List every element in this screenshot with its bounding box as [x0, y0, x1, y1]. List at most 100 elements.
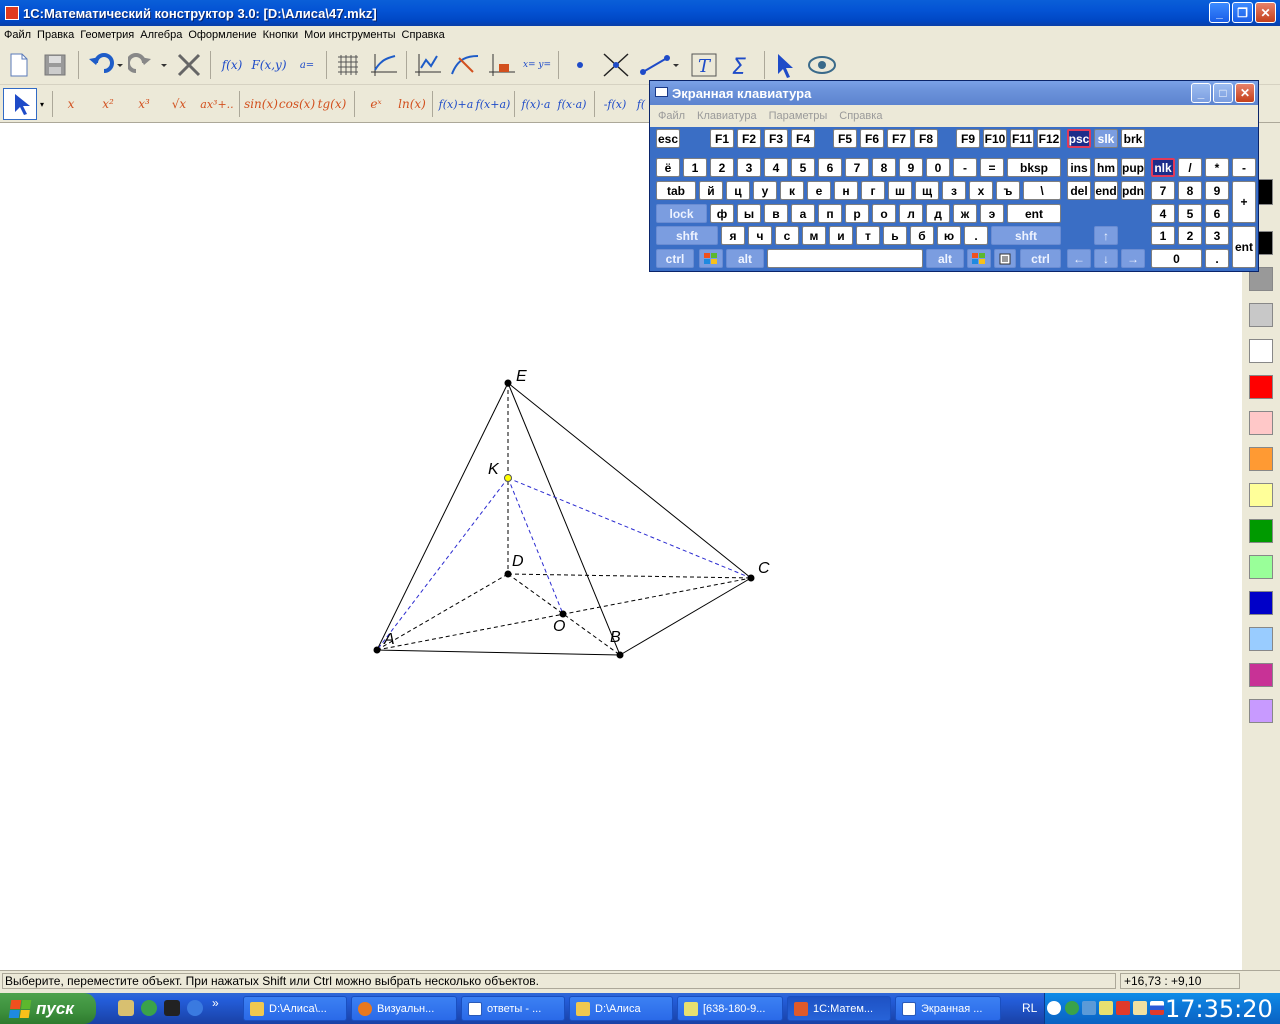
osk-key-ndot[interactable]: . — [1205, 249, 1229, 268]
color-swatch-white[interactable] — [1249, 339, 1273, 363]
color-swatch-orange[interactable] — [1249, 447, 1273, 471]
tray-alert-icon[interactable] — [1133, 1001, 1147, 1015]
osk-key-r1-4[interactable]: е — [807, 181, 831, 200]
quicklaunch-app-icon[interactable] — [164, 1000, 180, 1016]
osk-key-n3[interactable]: 3 — [1205, 226, 1229, 245]
redo-icon[interactable] — [128, 51, 168, 79]
maximize-button[interactable]: ❐ — [1232, 2, 1253, 23]
menu-help[interactable]: Справка — [402, 29, 451, 41]
point-tool-icon[interactable] — [566, 51, 594, 79]
clock[interactable]: 17:35:20 — [1165, 995, 1273, 1023]
osk-key-r3-3[interactable]: м — [802, 226, 826, 245]
new-file-icon[interactable] — [6, 51, 32, 79]
menu-file[interactable]: Файл — [4, 29, 37, 41]
osk-key-r3-2[interactable]: с — [775, 226, 799, 245]
osk-key-f9[interactable]: F9 — [956, 129, 980, 148]
osk-key-sub[interactable]: - — [1232, 158, 1256, 177]
osk-key-r2-3[interactable]: а — [791, 204, 815, 223]
color-swatch-magenta[interactable] — [1249, 663, 1273, 687]
task-firefox[interactable]: Визуальн... — [351, 996, 457, 1021]
osk-key-r1-1[interactable]: ц — [726, 181, 750, 200]
osk-key-space[interactable] — [767, 249, 923, 268]
osk-key-r1-3[interactable]: к — [780, 181, 804, 200]
tray-app-icon[interactable] — [1099, 1001, 1113, 1015]
osk-key-r1-8[interactable]: щ — [915, 181, 939, 200]
menu-buttons[interactable]: Кнопки — [263, 29, 305, 41]
osk-key-r2-8[interactable]: д — [926, 204, 950, 223]
func-cos-button[interactable]: cos(x) — [279, 93, 315, 115]
osk-key-bksp[interactable]: bksp — [1007, 158, 1061, 177]
osk-key-slk[interactable]: slk — [1094, 129, 1118, 148]
curve-icon[interactable] — [448, 51, 482, 79]
tray-flag-ru-icon[interactable] — [1150, 1001, 1164, 1015]
osk-key-bslash[interactable]: \ — [1023, 181, 1061, 200]
osk-key-r1-2[interactable]: у — [753, 181, 777, 200]
scale-y-button[interactable]: f(x)·a — [518, 93, 554, 115]
osk-key-f4[interactable]: F4 — [791, 129, 815, 148]
osk-key-r1-9[interactable]: з — [942, 181, 966, 200]
tangent-icon[interactable] — [412, 51, 444, 79]
osk-key-r2-7[interactable]: л — [899, 204, 923, 223]
color-swatch-yellow[interactable] — [1249, 483, 1273, 507]
select-arrow-icon[interactable] — [3, 88, 37, 120]
osk-key-ctrl2[interactable]: ctrl — [1020, 249, 1061, 268]
osk-key-d4[interactable]: 4 — [764, 158, 788, 177]
delete-icon[interactable] — [174, 51, 204, 79]
osk-key-f2[interactable]: F2 — [737, 129, 761, 148]
osk-key-d9[interactable]: 9 — [899, 158, 923, 177]
eye-icon[interactable] — [806, 51, 838, 79]
osk-key-n2[interactable]: 2 — [1178, 226, 1202, 245]
osk-key-f1[interactable]: F1 — [710, 129, 734, 148]
osk-key-ent[interactable]: ent — [1007, 204, 1061, 223]
osk-key-d6[interactable]: 6 — [818, 158, 842, 177]
task-folder-alisa-1[interactable]: D:\Алиса\... — [243, 996, 347, 1021]
func-x-button[interactable]: x — [58, 93, 84, 115]
task-document[interactable]: [638-180-9... — [677, 996, 783, 1021]
osk-menu-options[interactable]: Параметры — [769, 110, 828, 122]
osk-key-r2-9[interactable]: ж — [953, 204, 977, 223]
osk-key-n5[interactable]: 5 — [1178, 204, 1202, 223]
osk-maximize-button[interactable]: □ — [1213, 83, 1233, 103]
parametric-curve-button[interactable]: x= y= — [522, 51, 552, 79]
osk-key-d1[interactable]: 1 — [683, 158, 707, 177]
osk-key-ins[interactable]: ins — [1067, 158, 1091, 177]
osk-key-r1-5[interactable]: н — [834, 181, 858, 200]
language-indicator[interactable]: RL — [1022, 1001, 1037, 1015]
start-button[interactable]: пуск — [0, 993, 96, 1024]
color-swatch-green[interactable] — [1249, 519, 1273, 543]
osk-key-r1-10[interactable]: х — [969, 181, 993, 200]
color-swatch-red[interactable] — [1249, 375, 1273, 399]
scale-x-button[interactable]: f(x·a) — [554, 93, 590, 115]
segment-tool-icon[interactable] — [636, 51, 682, 79]
osk-key-psc[interactable]: psc — [1067, 129, 1091, 148]
osk-close-button[interactable]: ✕ — [1235, 83, 1255, 103]
tray-security-icon[interactable] — [1116, 1001, 1130, 1015]
close-button[interactable]: ✕ — [1255, 2, 1276, 23]
grid-icon[interactable] — [334, 51, 362, 79]
implicit-function-button[interactable]: F(x,y) — [250, 53, 288, 77]
parameter-button[interactable]: a= — [292, 53, 322, 77]
osk-key-shft[interactable]: shft — [656, 226, 718, 245]
menu-algebra[interactable]: Алгебра — [140, 29, 188, 41]
tray-expand-icon[interactable] — [1047, 1001, 1061, 1015]
osk-key-r2-6[interactable]: о — [872, 204, 896, 223]
func-tg-button[interactable]: tg(x) — [316, 93, 348, 115]
osk-key-end[interactable]: end — [1094, 181, 1118, 200]
osk-key-r2-1[interactable]: ы — [737, 204, 761, 223]
osk-key-r2-0[interactable]: ф — [710, 204, 734, 223]
func-x3-button[interactable]: x³ — [130, 93, 158, 115]
intersection-point-icon[interactable] — [600, 51, 632, 79]
save-icon[interactable] — [42, 51, 68, 79]
function-graph-button[interactable]: f(x) — [218, 53, 246, 77]
osk-key-n0[interactable]: 0 — [1151, 249, 1202, 268]
osk-key-pdn[interactable]: pdn — [1121, 181, 1145, 200]
osk-key-menu[interactable] — [994, 249, 1016, 268]
color-swatch-pink[interactable] — [1249, 411, 1273, 435]
color-swatch-blue[interactable] — [1249, 591, 1273, 615]
func-poly-button[interactable]: ax³+.. — [198, 93, 236, 115]
osk-key-shft2[interactable]: shft — [991, 226, 1061, 245]
osk-key-d7[interactable]: 7 — [845, 158, 869, 177]
osk-key-r3-9[interactable]: . — [964, 226, 988, 245]
menu-my-tools[interactable]: Мои инструменты — [304, 29, 401, 41]
osk-key-pup[interactable]: pup — [1121, 158, 1145, 177]
